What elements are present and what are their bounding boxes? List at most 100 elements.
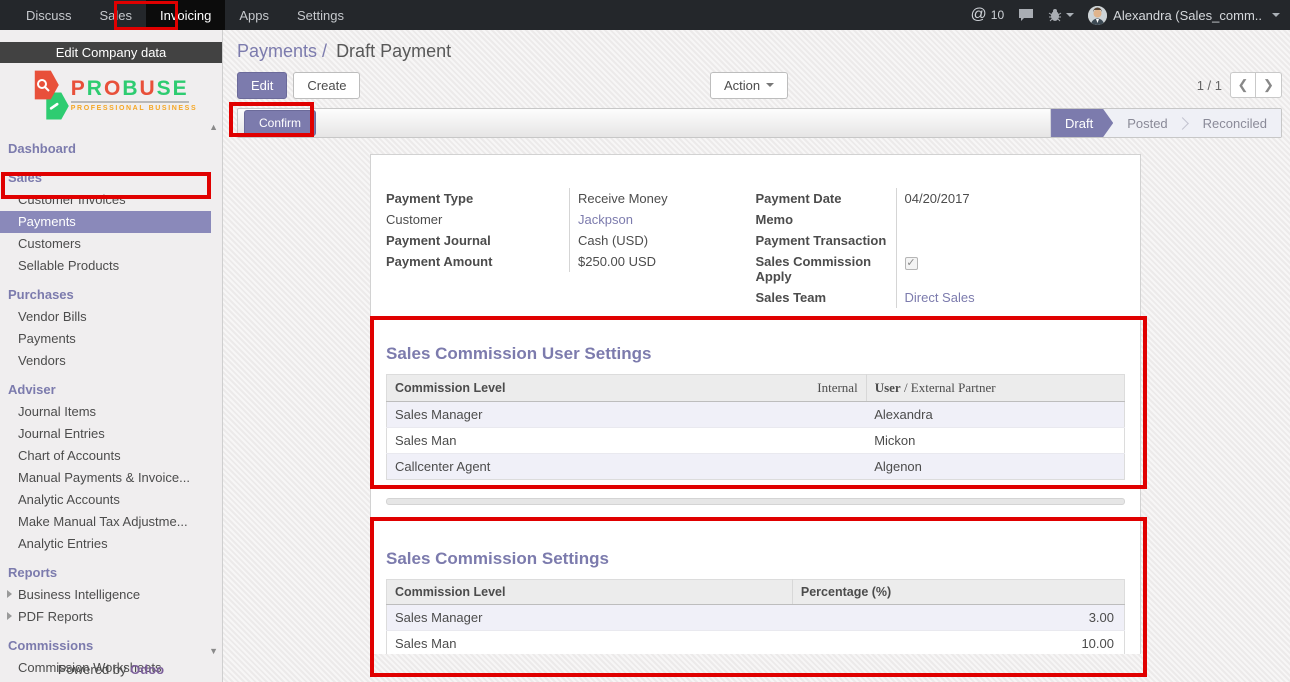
sidebar-item-vendors[interactable]: Vendors bbox=[0, 350, 222, 372]
sidebar-item-analytic-entries[interactable]: Analytic Entries bbox=[0, 533, 222, 555]
field-value-memo bbox=[896, 209, 1126, 230]
edit-button[interactable]: Edit bbox=[237, 72, 287, 99]
cell-sales-man-level[interactable]: Sales Man bbox=[387, 631, 793, 655]
sidebar-scroll-up-icon[interactable]: ▲ bbox=[209, 122, 218, 132]
sidebar-menu: DashboardSalesCustomer InvoicesPaymentsC… bbox=[0, 129, 222, 682]
create-button[interactable]: Create bbox=[293, 72, 360, 99]
sidebar-item-customers[interactable]: Customers bbox=[0, 233, 222, 255]
cell-sales-manager-user[interactable]: Alexandra bbox=[866, 402, 1124, 428]
sidebar-section-label-sales[interactable]: Sales bbox=[0, 167, 222, 189]
nav-item-discuss[interactable]: Discuss bbox=[12, 0, 86, 30]
table-row-sales-man[interactable]: Sales ManMickon bbox=[387, 428, 1125, 454]
breadcrumb-payments-link[interactable]: Payments / bbox=[237, 41, 327, 61]
sidebar-item-journal-entries[interactable]: Journal Entries bbox=[0, 423, 222, 445]
logo-letter: O bbox=[104, 77, 122, 100]
status-state-posted[interactable]: Posted bbox=[1113, 109, 1181, 137]
cell-sales-man-user[interactable]: Mickon bbox=[866, 428, 1124, 454]
field-value-sales-commission-apply[interactable]: ✓ bbox=[896, 251, 1126, 287]
cell-sales-manager-pct[interactable]: 3.00 bbox=[792, 605, 1124, 631]
sidebar-item-payments[interactable]: Payments bbox=[0, 328, 222, 350]
commission-level-header-text: Commission Level bbox=[395, 381, 505, 395]
sidebar-item-chart-of-accounts[interactable]: Chart of Accounts bbox=[0, 445, 222, 467]
col-header-percentage[interactable]: Percentage (%) bbox=[792, 580, 1124, 605]
nav-item-invoicing[interactable]: Invoicing bbox=[146, 0, 225, 30]
user-caret-icon bbox=[1272, 13, 1280, 17]
sidebar-section-label-purchases[interactable]: Purchases bbox=[0, 284, 222, 306]
table-row-sales-manager[interactable]: Sales ManagerAlexandra bbox=[387, 402, 1125, 428]
sidebar-section-dashboard: Dashboard bbox=[0, 138, 222, 160]
col-header-commission-level[interactable]: Commission Level Internal bbox=[387, 375, 867, 402]
topnav-spacer bbox=[358, 0, 971, 30]
form-row-payment-journal: Payment JournalCash (USD) bbox=[386, 230, 744, 251]
mentions-counter[interactable]: @ 10 bbox=[971, 6, 1005, 24]
logo-letter: R bbox=[87, 77, 104, 100]
cell-callcenter-agent-level[interactable]: Callcenter Agent bbox=[387, 454, 867, 480]
field-value-customer[interactable]: Jackpson bbox=[569, 209, 744, 230]
breadcrumb-current: Draft Payment bbox=[336, 41, 451, 61]
table-hscroll-strip[interactable] bbox=[386, 498, 1125, 505]
pager-next-button[interactable]: ❯ bbox=[1256, 72, 1282, 98]
sidebar-section-label-dashboard[interactable]: Dashboard bbox=[0, 138, 222, 160]
table-row-callcenter-agent[interactable]: Callcenter AgentAlgenon bbox=[387, 454, 1125, 480]
systray: @ 10 bbox=[971, 0, 1290, 30]
sidebar-item-make-manual-tax-adjustme[interactable]: Make Manual Tax Adjustme... bbox=[0, 511, 222, 533]
sidebar-item-sellable-products[interactable]: Sellable Products bbox=[0, 255, 222, 277]
sidebar-item-business-intelligence[interactable]: Business Intelligence bbox=[0, 584, 222, 606]
col-header-commission-level-2[interactable]: Commission Level bbox=[387, 580, 793, 605]
sidebar-scroll-down-icon[interactable]: ▼ bbox=[209, 646, 218, 656]
sidebar-item-label: Payments bbox=[18, 331, 76, 346]
field-label-payment-journal: Payment Journal bbox=[386, 230, 569, 251]
avatar bbox=[1088, 6, 1107, 25]
sidebar-item-journal-items[interactable]: Journal Items bbox=[0, 401, 222, 423]
sidebar-section-reports: ReportsBusiness IntelligencePDF Reports bbox=[0, 562, 222, 628]
user-menu[interactable]: Alexandra (Sales_comm.. bbox=[1088, 6, 1280, 25]
field-label-payment-type: Payment Type bbox=[386, 188, 569, 209]
company-logo[interactable]: PROBUSE PROFESSIONAL BUSINESS bbox=[0, 63, 222, 129]
top-nav-menu: DiscussSalesInvoicingAppsSettings bbox=[0, 0, 358, 30]
status-state-reconciled[interactable]: Reconciled bbox=[1189, 109, 1281, 137]
cell-callcenter-agent-user[interactable]: Algenon bbox=[866, 454, 1124, 480]
cell-sales-manager-level[interactable]: Sales Manager bbox=[387, 402, 867, 428]
field-label-sales-team: Sales Team bbox=[756, 287, 896, 308]
sidebar-item-payments[interactable]: Payments bbox=[0, 211, 211, 233]
cell-sales-man-pct[interactable]: 10.00 bbox=[792, 631, 1124, 655]
cell-sales-manager-level[interactable]: Sales Manager bbox=[387, 605, 793, 631]
payment-form-sheet: Payment TypeReceive MoneyCustomerJackpso… bbox=[370, 154, 1141, 654]
sidebar: Edit Company data PROBUSE PROFESSIONAL B… bbox=[0, 30, 223, 682]
edit-company-button[interactable]: Edit Company data bbox=[0, 42, 222, 63]
status-state-draft[interactable]: Draft bbox=[1051, 109, 1113, 137]
sidebar-section-label-reports[interactable]: Reports bbox=[0, 562, 222, 584]
payment-form: Payment TypeReceive MoneyCustomerJackpso… bbox=[386, 188, 1125, 308]
cell-sales-man-level[interactable]: Sales Man bbox=[387, 428, 867, 454]
action-dropdown-wrap: Action bbox=[710, 72, 788, 99]
sidebar-item-label: Vendor Bills bbox=[18, 309, 87, 324]
messages-icon[interactable] bbox=[1018, 8, 1034, 22]
action-dropdown-button[interactable]: Action bbox=[710, 72, 788, 99]
form-column-right: Payment Date04/20/2017MemoPayment Transa… bbox=[756, 188, 1126, 308]
mention-at-icon: @ bbox=[971, 6, 987, 24]
nav-item-apps[interactable]: Apps bbox=[225, 0, 283, 30]
sidebar-item-analytic-accounts[interactable]: Analytic Accounts bbox=[0, 489, 222, 511]
powered-by-odoo[interactable]: Powered by Odoo bbox=[0, 659, 222, 680]
nav-item-sales[interactable]: Sales bbox=[86, 0, 147, 30]
form-row-payment-transaction: Payment Transaction bbox=[756, 230, 1126, 251]
table-row-sales-man[interactable]: Sales Man10.00 bbox=[387, 631, 1125, 655]
sidebar-item-customer-invoices[interactable]: Customer Invoices bbox=[0, 189, 222, 211]
sidebar-item-label: Customer Invoices bbox=[18, 192, 126, 207]
sidebar-item-vendor-bills[interactable]: Vendor Bills bbox=[0, 306, 222, 328]
nav-item-settings[interactable]: Settings bbox=[283, 0, 358, 30]
pager-prev-button[interactable]: ❮ bbox=[1230, 72, 1256, 98]
field-value-sales-team[interactable]: Direct Sales bbox=[896, 287, 1126, 308]
action-caret-icon bbox=[766, 83, 774, 87]
debug-bug-icon[interactable] bbox=[1048, 8, 1074, 22]
button-row: Edit Create Action 1 / 1 ❮ ❯ bbox=[237, 70, 1282, 100]
table-row-sales-manager[interactable]: Sales Manager3.00 bbox=[387, 605, 1125, 631]
sidebar-section-label-commissions[interactable]: Commissions bbox=[0, 635, 222, 657]
field-label-payment-amount: Payment Amount bbox=[386, 251, 569, 272]
confirm-button[interactable]: Confirm bbox=[244, 110, 316, 136]
sidebar-section-label-adviser[interactable]: Adviser bbox=[0, 379, 222, 401]
sidebar-item-manual-payments-invoice[interactable]: Manual Payments & Invoice... bbox=[0, 467, 222, 489]
col-header-internal-user[interactable]: User / External Partner bbox=[866, 375, 1124, 402]
sidebar-item-pdf-reports[interactable]: PDF Reports bbox=[0, 606, 222, 628]
sales-commission-apply-checkbox[interactable]: ✓ bbox=[905, 257, 918, 270]
